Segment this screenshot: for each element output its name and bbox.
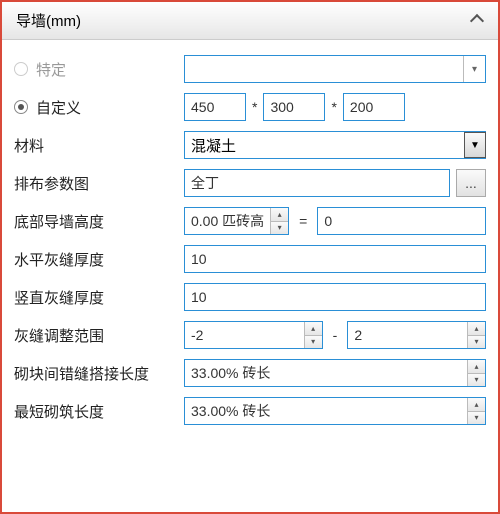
joint-range-high-spinner[interactable]: 2 ▴▾ xyxy=(347,321,486,349)
row-min-len: 最短砌筑长度 33.00% 砖长 ▴▾ xyxy=(14,396,486,426)
row-bottom-height: 底部导墙高度 0.00 匹砖高 ▴▾ = 0 xyxy=(14,206,486,236)
row-mode-custom: 自定义 450 * 300 * 200 xyxy=(14,92,486,122)
bottom-height-extra-input[interactable]: 0 xyxy=(317,207,486,235)
label-joint-range: 灰缝调整范围 xyxy=(14,325,184,346)
collapse-icon[interactable] xyxy=(470,14,484,28)
label-custom[interactable]: 自定义 xyxy=(14,97,184,118)
min-len-spinner[interactable]: 33.00% 砖长 ▴▾ xyxy=(184,397,486,425)
label-min-len: 最短砌筑长度 xyxy=(14,401,184,422)
label-pattern: 排布参数图 xyxy=(14,173,184,194)
overlap-spinner[interactable]: 33.00% 砖长 ▴▾ xyxy=(184,359,486,387)
label-horiz-joint: 水平灰缝厚度 xyxy=(14,249,184,270)
panel-frame: 导墙(mm) 特定 ▾ 自定义 450 * 300 xyxy=(0,0,500,514)
times-icon: * xyxy=(331,99,336,115)
row-pattern: 排布参数图 全丁 ... xyxy=(14,168,486,198)
label-specific[interactable]: 特定 xyxy=(14,59,184,80)
panel-title: 导墙(mm) xyxy=(16,10,81,31)
spinner-buttons[interactable]: ▴▾ xyxy=(270,208,288,234)
label-vert-joint: 竖直灰缝厚度 xyxy=(14,287,184,308)
row-joint-range: 灰缝调整范围 -2 ▴▾ - 2 ▴▾ xyxy=(14,320,486,350)
spinner-buttons[interactable]: ▴▾ xyxy=(467,322,485,348)
dim-h-input[interactable]: 300 xyxy=(263,93,325,121)
spinner-buttons[interactable]: ▴▾ xyxy=(304,322,322,348)
dim-d-input[interactable]: 200 xyxy=(343,93,405,121)
dim-w-input[interactable]: 450 xyxy=(184,93,246,121)
times-icon: * xyxy=(252,99,257,115)
pattern-input[interactable]: 全丁 xyxy=(184,169,450,197)
panel-body: 特定 ▾ 自定义 450 * 300 * 200 材料 xyxy=(2,40,498,438)
vert-joint-input[interactable]: 10 xyxy=(184,283,486,311)
pattern-browse-button[interactable]: ... xyxy=(456,169,486,197)
joint-range-low-spinner[interactable]: -2 ▴▾ xyxy=(184,321,323,349)
equals-sign: = xyxy=(295,213,311,229)
row-vert-joint: 竖直灰缝厚度 10 xyxy=(14,282,486,312)
horiz-joint-input[interactable]: 10 xyxy=(184,245,486,273)
range-dash: - xyxy=(329,327,342,343)
bottom-height-spinner[interactable]: 0.00 匹砖高 ▴▾ xyxy=(184,207,289,235)
radio-custom[interactable] xyxy=(14,100,28,114)
spinner-buttons[interactable]: ▴▾ xyxy=(467,360,485,386)
dropdown-icon[interactable]: ▾ xyxy=(463,56,485,82)
label-bottom-height: 底部导墙高度 xyxy=(14,211,184,232)
label-overlap: 砌块间错缝搭接长度 xyxy=(14,363,184,384)
material-combo[interactable]: 混凝土 ▼ xyxy=(184,131,486,159)
row-horiz-joint: 水平灰缝厚度 10 xyxy=(14,244,486,274)
panel-header[interactable]: 导墙(mm) xyxy=(2,2,498,40)
dropdown-icon[interactable]: ▼ xyxy=(464,132,486,158)
row-overlap: 砌块间错缝搭接长度 33.00% 砖长 ▴▾ xyxy=(14,358,486,388)
label-material: 材料 xyxy=(14,135,184,156)
row-mode-specific: 特定 ▾ xyxy=(14,54,486,84)
specific-dropdown[interactable]: ▾ xyxy=(184,55,486,83)
row-material: 材料 混凝土 ▼ xyxy=(14,130,486,160)
spinner-buttons[interactable]: ▴▾ xyxy=(467,398,485,424)
radio-specific[interactable] xyxy=(14,62,28,76)
